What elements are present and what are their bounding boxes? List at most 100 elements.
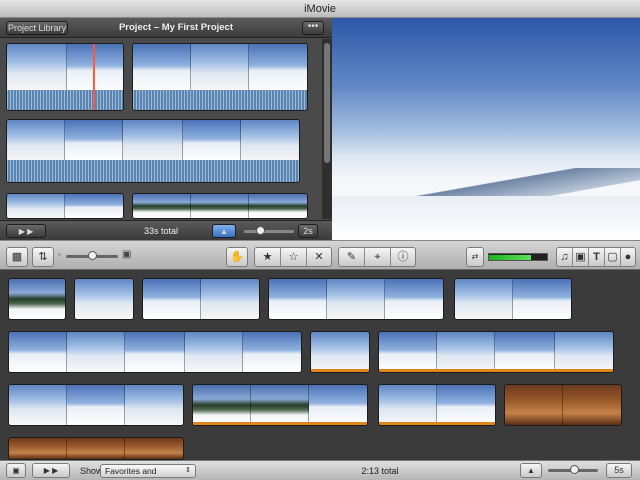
voiceover-button[interactable]: ✎ xyxy=(339,248,365,266)
library-toggle-icon: ▣ xyxy=(12,466,20,475)
waveform-toggle-button[interactable]: ▲ xyxy=(212,224,236,238)
clip-frame xyxy=(193,385,251,425)
event-play-button[interactable]: ▶ ▶ xyxy=(32,463,70,478)
event-clip-favorite[interactable] xyxy=(378,384,496,426)
event-clip[interactable] xyxy=(142,278,260,320)
star-favorite-icon: ★ xyxy=(262,251,273,263)
event-clip-favorite[interactable] xyxy=(192,384,368,426)
clip-frame xyxy=(201,279,259,319)
clip-frame xyxy=(67,385,125,425)
project-clip[interactable] xyxy=(6,43,124,111)
clip-frame xyxy=(7,44,67,92)
music-browser-button[interactable]: ♫ xyxy=(557,248,573,266)
project-title: Project – My First Project xyxy=(118,22,234,33)
inspector-button[interactable]: ⓘ xyxy=(391,248,415,266)
clip-frame xyxy=(251,385,309,425)
project-zoom-slider[interactable] xyxy=(244,230,294,233)
clip-frame xyxy=(65,120,123,162)
hand-tool-icon: ✋ xyxy=(230,251,244,263)
event-bottombar: ▣ ▶ ▶ Show: Favorites and Unmarked ⇕ 2:1… xyxy=(0,460,640,480)
event-clip-favorite[interactable] xyxy=(310,331,370,373)
play-icon: ▶ ▶ xyxy=(43,466,59,475)
project-zoom-knob[interactable] xyxy=(256,226,265,235)
play-fullscreen-button[interactable]: ▶ ▶ xyxy=(6,224,46,238)
clip-frame xyxy=(143,279,201,319)
event-clip[interactable] xyxy=(8,331,302,373)
project-clip[interactable] xyxy=(6,193,124,219)
clip-frame xyxy=(191,44,249,92)
clip-frame xyxy=(7,120,65,162)
project-storyboard[interactable] xyxy=(0,39,322,240)
video-viewer[interactable] xyxy=(332,18,640,240)
clip-frame xyxy=(379,332,437,372)
project-clip[interactable] xyxy=(132,43,308,111)
photo-browser-button[interactable]: ▣ xyxy=(573,248,589,266)
event-waveform-button[interactable]: ▲ xyxy=(520,463,542,478)
clip-frame xyxy=(9,438,67,459)
mark-favorite-button[interactable]: ★ xyxy=(255,248,281,266)
camera-import-icon: ▩ xyxy=(11,251,23,263)
event-clip[interactable] xyxy=(504,384,622,426)
clip-frame xyxy=(7,194,65,218)
project-clip[interactable] xyxy=(6,119,300,183)
clip-frame xyxy=(125,438,183,459)
titles-browser-button[interactable]: T xyxy=(589,248,605,266)
waveform-icon: ▲ xyxy=(527,466,535,475)
clip-frame xyxy=(555,332,613,372)
clip-frame xyxy=(133,44,191,92)
event-clip-favorite[interactable] xyxy=(378,331,614,373)
scrollbar-thumb[interactable] xyxy=(324,43,330,163)
reject-button[interactable]: ✕ xyxy=(307,248,331,266)
event-browser[interactable] xyxy=(0,270,640,460)
project-zoom-value: 2s xyxy=(298,224,318,238)
photo-icon: ▣ xyxy=(575,251,586,263)
project-options-button[interactable]: ••• xyxy=(302,21,324,35)
hand-tool-button[interactable]: ✋ xyxy=(226,247,248,267)
event-library-toggle-button[interactable]: ▣ xyxy=(6,463,26,478)
clip-frame xyxy=(379,385,437,425)
clip-frame xyxy=(9,279,65,319)
clip-frame xyxy=(563,385,621,425)
audio-waveform xyxy=(133,90,307,110)
transitions-browser-button[interactable]: ▢ xyxy=(605,248,621,266)
event-clip[interactable] xyxy=(8,278,66,320)
clip-frame xyxy=(125,332,185,372)
event-zoom-knob[interactable] xyxy=(570,465,579,474)
playhead[interactable] xyxy=(93,44,95,110)
clip-frame xyxy=(327,279,385,319)
waveform-icon: ▲ xyxy=(220,227,228,236)
favorite-bar xyxy=(379,422,495,425)
unmark-button[interactable]: ☆ xyxy=(281,248,307,266)
clip-frame xyxy=(505,385,563,425)
project-clip[interactable] xyxy=(132,193,308,219)
event-clip[interactable] xyxy=(454,278,572,320)
event-clip[interactable] xyxy=(8,437,184,460)
show-filter-select[interactable]: Favorites and Unmarked ⇕ xyxy=(100,464,196,480)
event-clip[interactable] xyxy=(268,278,444,320)
transition-icon: ▢ xyxy=(607,251,618,263)
event-clip[interactable] xyxy=(74,278,134,320)
rating-segment: ★ ☆ ✕ xyxy=(254,247,332,267)
event-zoom-label: 5s xyxy=(614,465,624,475)
project-header: Project Library Project – My First Proje… xyxy=(0,18,332,38)
project-scrollbar[interactable] xyxy=(322,39,332,219)
thumbnail-size-knob[interactable] xyxy=(88,251,97,260)
microphone-icon: ✎ xyxy=(346,251,357,263)
import-camera-button[interactable]: ▩ xyxy=(6,247,28,267)
maps-browser-button[interactable]: ● xyxy=(621,248,635,266)
star-unmark-icon: ☆ xyxy=(288,251,299,263)
project-library-button[interactable]: Project Library xyxy=(6,21,68,35)
clip-frame xyxy=(385,279,443,319)
crop-button[interactable]: ⌖ xyxy=(365,248,391,266)
event-total: 2:13 total xyxy=(361,466,399,476)
clip-frame xyxy=(183,120,241,162)
audio-level-meter xyxy=(488,253,548,261)
audio-skimming-button[interactable]: ⇄ xyxy=(466,247,484,267)
browser-tools-segment: ♫ ▣ T ▢ ● xyxy=(556,247,636,267)
main-toolbar: ▩ ⇅ ▫ ▣ ✋ ★ ☆ ✕ ✎ ⌖ ⓘ ⇄ ♫ ▣ T ▢ ● xyxy=(0,240,640,270)
event-clip[interactable] xyxy=(8,384,184,426)
clip-frame xyxy=(249,44,307,92)
swap-pane-button[interactable]: ⇅ xyxy=(32,247,54,267)
title-icon: T xyxy=(593,251,600,263)
clip-frame xyxy=(133,194,191,218)
